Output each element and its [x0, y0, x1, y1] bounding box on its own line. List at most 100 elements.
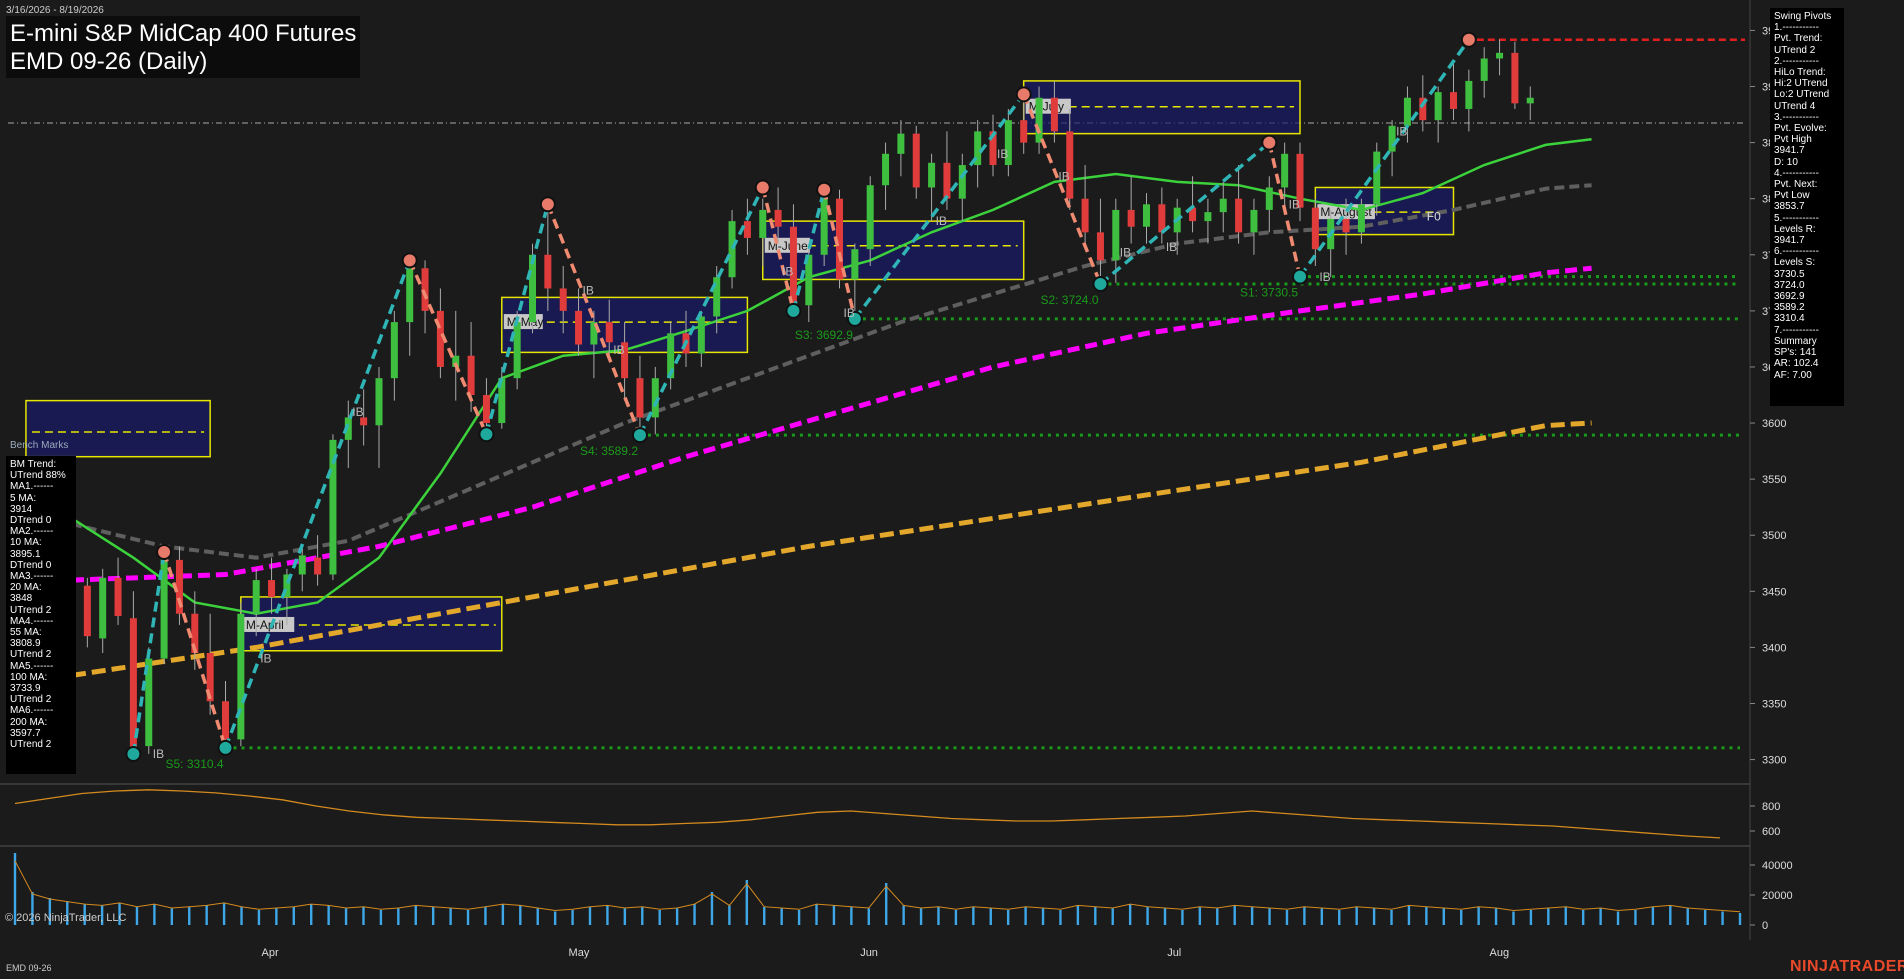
volume-bar	[1372, 908, 1376, 925]
volume-bar	[919, 908, 923, 925]
volume-bar	[1111, 908, 1114, 925]
instrument-footer: EMD 09-26	[6, 963, 52, 973]
volume-bar	[902, 905, 905, 925]
volume-bar	[832, 905, 836, 925]
volume-bar	[292, 907, 295, 925]
month-label: Jul	[1167, 947, 1181, 959]
volume-bar	[310, 904, 313, 925]
candle-body	[1127, 209, 1135, 227]
volume-bar	[1250, 907, 1254, 925]
volume-bar	[1425, 907, 1428, 925]
pivot-high-marker	[1261, 134, 1278, 151]
candle-body	[1112, 209, 1120, 261]
panel-line: Lo:2 UTrend	[1774, 89, 1830, 101]
panel-line: D: 10	[1774, 156, 1798, 168]
ib-marker: IB	[1120, 246, 1131, 260]
candle-body	[513, 322, 521, 379]
volume-bar	[205, 905, 208, 925]
pivot-high-marker	[539, 196, 556, 213]
box-label: M-June	[768, 239, 808, 253]
candle-body	[1357, 204, 1365, 233]
panel-line: Pvt. Next:	[1774, 179, 1818, 191]
volume-bar	[1529, 910, 1533, 925]
copyright: © 2026 NinjaTrader, LLC	[5, 912, 127, 924]
volume-bar	[344, 908, 348, 925]
volume-bar	[658, 910, 661, 925]
candle-body	[529, 254, 536, 323]
volume-bar	[1634, 910, 1637, 925]
candle-body	[1496, 52, 1504, 59]
candle-body	[1219, 198, 1227, 213]
candle-body	[1066, 131, 1074, 199]
panel-line: Pvt Low	[1774, 190, 1810, 202]
volume-bar	[885, 883, 888, 925]
ib-marker: IB	[936, 214, 947, 228]
ib-marker: IB	[352, 405, 363, 419]
candle-body	[314, 557, 322, 575]
panel-line: MA2.------	[10, 526, 54, 538]
panel-line: DTrend 0	[10, 559, 52, 571]
volume-bar	[240, 907, 243, 925]
volume-bar	[275, 908, 278, 925]
panel-line: 5.-----------	[1774, 212, 1819, 224]
volume-bar	[1198, 907, 1202, 925]
candle-body	[1465, 80, 1473, 109]
candle-body	[774, 209, 782, 227]
ib-marker: IB	[844, 306, 855, 320]
panel-line: 3310.4	[1774, 313, 1805, 325]
panel-line: Hi:2 UTrend	[1774, 78, 1828, 90]
candle-body	[636, 378, 644, 418]
panel-line: Summary	[1774, 335, 1817, 347]
candle-body	[1403, 97, 1411, 126]
ib-marker: IB	[782, 265, 793, 279]
panel-line: 3895.1	[10, 548, 41, 560]
volume-bar	[675, 908, 679, 925]
price-tick-label: 3400	[1762, 642, 1786, 654]
volume-bar	[222, 902, 226, 925]
candle-body	[1081, 198, 1089, 233]
panel-line: 3848	[10, 593, 33, 605]
volume-bar	[1338, 910, 1341, 925]
volume-bar	[815, 904, 818, 925]
panel-line: UTrend 2	[10, 739, 52, 751]
volume-bar	[1076, 905, 1080, 925]
panel-line: Pvt. Trend:	[1774, 33, 1823, 45]
pivot-low-marker	[1292, 268, 1308, 285]
volume-bar	[1494, 908, 1498, 925]
volume-bar	[972, 907, 975, 925]
panel-line: 3724.0	[1774, 279, 1805, 291]
pivot-low-marker	[217, 739, 234, 756]
panel-line: Pvt High	[1774, 134, 1812, 146]
volume-bar	[1669, 905, 1672, 925]
price-chart[interactable]: M-AprilM-MayM-JuneM-JulyM-August S5: 331…	[0, 0, 1904, 979]
candle-body	[1511, 52, 1519, 104]
panel-line: MA6.------	[10, 705, 54, 717]
panel-line: 6.-----------	[1774, 246, 1819, 258]
ib-marker: IB	[260, 652, 271, 666]
pivot-high-marker	[816, 181, 833, 198]
price-tick-label: 3300	[1762, 755, 1786, 767]
ib-marker: IB	[613, 343, 624, 357]
candle-body	[482, 395, 490, 424]
volume-bar	[1163, 908, 1167, 925]
candle-body	[1250, 209, 1258, 233]
box-label: M-July	[1029, 100, 1064, 114]
oscillator-tick-label: 600	[1762, 826, 1780, 838]
panel-line: 3.-----------	[1774, 111, 1819, 123]
candle-body	[83, 585, 91, 637]
volume-bar	[1268, 908, 1271, 925]
panel-line: 3808.9	[10, 638, 41, 650]
panel-line: BM Trend:	[10, 459, 57, 470]
ib-marker: IB	[1166, 240, 1177, 254]
volume-bar	[728, 905, 731, 925]
ib-marker: IB	[153, 747, 164, 761]
volume-bar	[1581, 910, 1585, 925]
ib-marker: IB	[1319, 270, 1330, 284]
volume-bar	[693, 904, 696, 925]
volume-bar	[989, 908, 992, 925]
panel-line: UTrend 2	[1774, 44, 1816, 56]
candle-body	[222, 701, 229, 740]
volume-bar	[571, 910, 574, 925]
volume-bar	[153, 904, 156, 925]
volume-bar	[362, 907, 365, 925]
